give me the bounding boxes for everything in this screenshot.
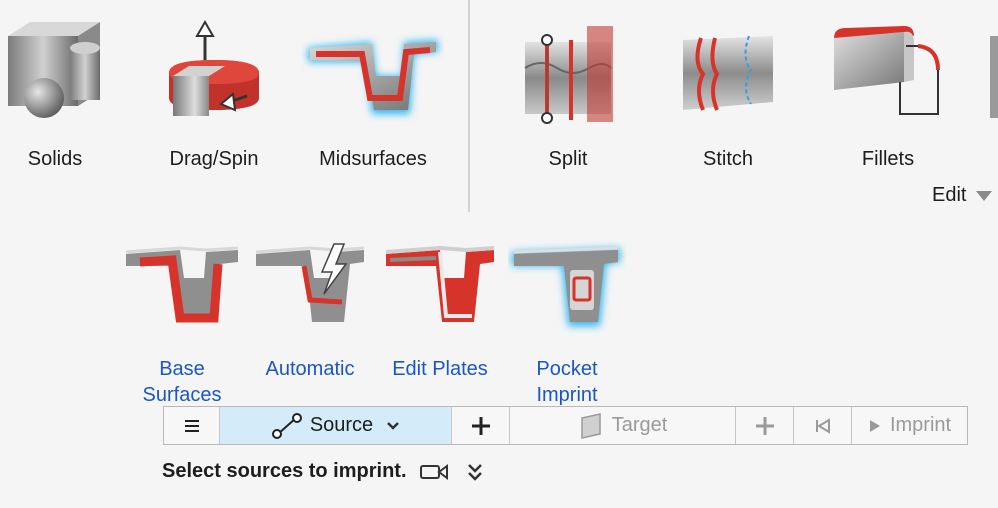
- guide-bar: Source Target Imprint: [163, 406, 968, 445]
- target-selector[interactable]: Target: [510, 407, 736, 444]
- solids-label: Solids: [27, 148, 83, 170]
- split-icon: [524, 26, 613, 124]
- edit-plates-label: Edit Plates: [392, 358, 488, 380]
- target-label: Target: [611, 414, 668, 436]
- menu-button[interactable]: [164, 407, 220, 444]
- split-tool[interactable]: Split: [510, 18, 626, 171]
- drag-spin-icon: [169, 19, 259, 116]
- fillets-label: Fillets: [861, 148, 915, 170]
- imprint-button[interactable]: Imprint: [852, 407, 967, 444]
- stitch-icon: [683, 35, 773, 111]
- chevron-down-icon: [976, 190, 993, 201]
- imprint-label: Imprint: [889, 414, 952, 436]
- base-surfaces-icon: [125, 246, 239, 323]
- surface-icon: [580, 412, 601, 439]
- add-target-button[interactable]: [736, 407, 794, 444]
- midsurfaces-icon: [308, 40, 438, 114]
- video-camera-icon[interactable]: [419, 462, 449, 482]
- automatic-label: Automatic: [265, 358, 355, 380]
- source-selector[interactable]: Source: [220, 407, 452, 444]
- pocket-imprint-icon: [512, 246, 620, 326]
- midsurfaces-label: Midsurfaces: [319, 148, 427, 170]
- base-surfaces-label: Base Surfaces: [142, 358, 222, 406]
- source-label: Source: [309, 414, 374, 436]
- partial-tool-edge: [990, 36, 998, 118]
- automatic-icon: [255, 243, 365, 322]
- ribbon-separator: [468, 0, 470, 212]
- pocket-imprint-tool[interactable]: Pocket Imprint: [508, 238, 626, 408]
- split-label: Split: [548, 148, 588, 170]
- edit-group-label: Edit: [932, 184, 967, 206]
- step-back-icon: [815, 417, 830, 434]
- play-icon: [869, 419, 880, 432]
- drag-spin-tool[interactable]: Drag/Spin: [152, 18, 276, 171]
- add-source-button[interactable]: [452, 407, 510, 444]
- base-surfaces-tool[interactable]: Base Surfaces: [120, 238, 244, 408]
- edit-plates-icon: [385, 245, 495, 322]
- pocket-imprint-label: Pocket Imprint: [536, 358, 598, 406]
- midsurfaces-tool[interactable]: Midsurfaces: [302, 18, 444, 171]
- stitch-label: Stitch: [702, 148, 754, 170]
- fillets-icon: [834, 26, 940, 115]
- previous-button[interactable]: [794, 407, 852, 444]
- solids-tool[interactable]: Solids: [0, 18, 110, 171]
- solids-icon: [8, 22, 100, 118]
- plus-icon: [755, 416, 774, 435]
- double-chevron-down-icon[interactable]: [465, 461, 485, 483]
- status-line: Select sources to imprint.: [162, 460, 485, 483]
- edit-plates-tool[interactable]: Edit Plates: [380, 238, 500, 382]
- hamburger-icon: [184, 417, 199, 435]
- status-message: Select sources to imprint.: [162, 460, 407, 482]
- chevron-down-icon: [387, 421, 400, 430]
- fillets-tool[interactable]: Fillets: [826, 18, 950, 171]
- drag-spin-label: Drag/Spin: [169, 148, 259, 170]
- stitch-tool[interactable]: Stitch: [668, 18, 788, 171]
- line-select-icon: [271, 412, 302, 439]
- automatic-tool[interactable]: Automatic: [250, 238, 370, 382]
- edit-group-dropdown[interactable]: Edit: [932, 184, 993, 207]
- plus-icon: [471, 416, 490, 435]
